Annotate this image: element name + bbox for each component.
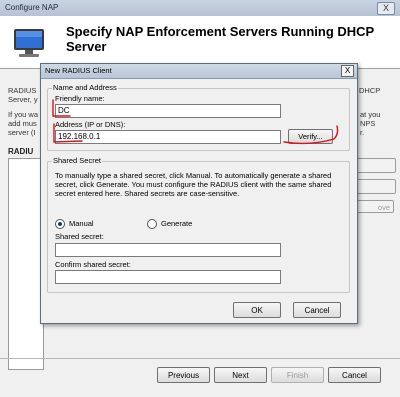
generate-radio-label: Generate — [161, 219, 193, 228]
window-close-button[interactable]: X — [377, 2, 395, 15]
bg-radius-list-heading: RADIU — [8, 147, 34, 156]
dialog-titlebar: New RADIUS Client X — [41, 64, 357, 79]
generate-radio[interactable] — [147, 219, 157, 229]
dialog-close-button[interactable]: X — [341, 65, 354, 77]
wizard-page-title: Specify NAP Enforcement Servers Running … — [66, 24, 374, 54]
finish-button[interactable]: Finish — [271, 367, 324, 383]
friendly-name-label: Friendly name: — [55, 94, 105, 103]
manual-radio-label: Manual — [69, 219, 94, 228]
computer-monitor-icon — [14, 29, 44, 57]
window-title: Configure NAP — [5, 3, 59, 12]
dialog-title: New RADIUS Client — [45, 66, 112, 75]
wizard-divider — [0, 358, 400, 359]
friendly-name-field[interactable]: DC — [55, 104, 281, 118]
shared-secret-field[interactable] — [55, 243, 281, 257]
new-radius-client-dialog: New RADIUS Client X Name and Address Fri… — [40, 63, 358, 324]
bg-text-server: Server, y — [8, 95, 38, 104]
manual-radio[interactable] — [55, 219, 65, 229]
window-titlebar: Configure NAP X — [0, 0, 400, 17]
verify-button[interactable]: Verify... — [288, 129, 333, 144]
wizard-cancel-button[interactable]: Cancel — [328, 367, 381, 383]
bg-text-r: r. — [360, 128, 365, 137]
shared-secret-description: To manually type a shared secret, click … — [55, 171, 332, 198]
address-field[interactable]: 192.168.0.1 — [55, 130, 281, 144]
ok-button[interactable]: OK — [233, 302, 281, 318]
wizard-header: Specify NAP Enforcement Servers Running … — [0, 16, 400, 69]
bg-add-button[interactable] — [356, 158, 396, 173]
bg-text-server-i: server (I — [8, 128, 36, 137]
shared-secret-group-label: Shared Secret — [52, 156, 102, 165]
radio-selected-dot — [58, 222, 62, 226]
confirm-secret-label: Confirm shared secret: — [55, 260, 131, 269]
confirm-secret-field[interactable] — [55, 270, 281, 284]
name-address-group-label: Name and Address — [52, 83, 118, 92]
radius-clients-list[interactable] — [8, 158, 44, 370]
shared-secret-label: Shared secret: — [55, 232, 104, 241]
bg-remove-button[interactable]: ove — [356, 200, 394, 213]
dialog-cancel-button[interactable]: Cancel — [293, 302, 341, 318]
bg-text-dhcp: DHCP — [359, 86, 381, 95]
previous-button[interactable]: Previous — [157, 367, 210, 383]
bg-edit-button[interactable] — [356, 179, 396, 194]
address-label: Address (IP or DNS): — [55, 120, 126, 129]
next-button[interactable]: Next — [214, 367, 267, 383]
